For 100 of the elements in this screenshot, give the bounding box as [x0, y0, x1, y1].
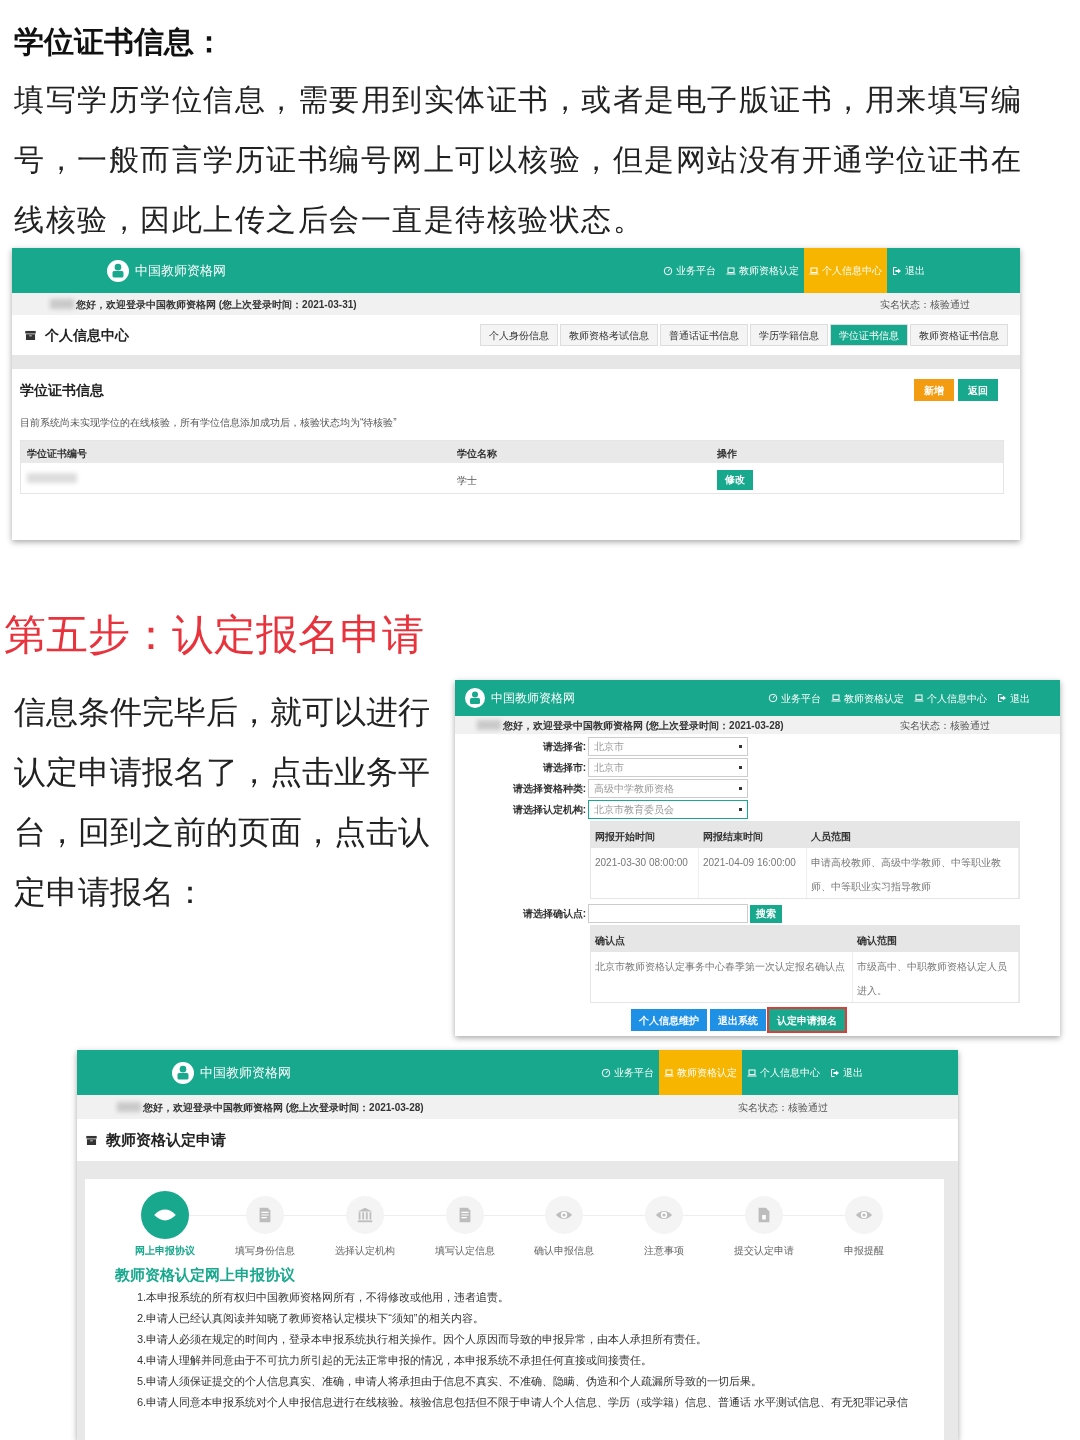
agreement-item: 3.申请人必须在规定的时间内，登录本申报系统执行相关操作。因个人原因而导致的申报异常，由本人承担所有责任。 [136, 1331, 709, 1347]
step-label: 申报提醒 [844, 1244, 885, 1259]
gauge-icon [601, 1067, 611, 1078]
verification-status: 实名状态：核验通过 [900, 718, 990, 733]
table-cell: 2021-04-09 16:00:00 [703, 857, 796, 869]
caret-icon [739, 808, 742, 812]
nav-link[interactable]: 业务平台 [658, 248, 721, 293]
field-label: 请选择认定机构: [512, 803, 586, 818]
nav-link[interactable]: 退出 [887, 248, 930, 293]
welcome-text: 您好，欢迎登录中国教师资格网 (您上次登录时间：2021-03-31) [76, 297, 357, 312]
nav-link[interactable]: 个人信息中心 [909, 680, 992, 717]
paragraph: 填写学历学位信息，需要用到实体证书，或者是电子版证书，用来填写编号，一般而言学历证书编号网上可以核验，但是网站没有开通学位证书在线核验，因此上传之后会一直是待核验状态。 [14, 82, 1023, 238]
nav-link[interactable]: 教师资格认定 [721, 248, 804, 293]
column-header: 学位证书编号 [27, 448, 87, 459]
bank-icon [355, 1206, 374, 1225]
back-button[interactable]: 返回 [958, 379, 998, 401]
notice-text: 目前系统尚未实现学位的在线核验，所有学位信息添加成功后，核验状态均为“待核验” [20, 416, 398, 430]
page-title: 教师资格认定申请 [106, 1129, 226, 1150]
step-indicator[interactable] [645, 1196, 684, 1235]
step-label: 填写认定信息 [434, 1244, 495, 1259]
field-label: 请选择确认点: [522, 907, 586, 922]
nav-link[interactable]: 退出 [992, 680, 1035, 717]
redacted-number [27, 473, 77, 483]
tab[interactable]: 普通话证书信息 [660, 324, 748, 346]
agreement-item: 1.本申报系统的所有权归中国教师资格网所有，不得修改或他用，违者追责。 [136, 1289, 511, 1305]
column-header: 确认范围 [857, 935, 897, 947]
action-button[interactable]: 认定申请报名 [768, 1009, 845, 1032]
nav-link[interactable]: 业务平台 [596, 1050, 659, 1096]
site-title: 中国教师资格网 [135, 261, 226, 280]
agreement-item: 2.申请人已经认真阅读并知晓了教师资格认定模块下“须知”的相关内容。 [136, 1310, 485, 1326]
nav-link[interactable]: 个人信息中心 [804, 248, 887, 293]
agreement-item: 6.申请人同意本申报系统对个人申报信息进行在线核验。核验信息包括但不限于申请人个人信息、学历（或学籍）信息、普通话 水平测试信息、有无犯罪记录信 [136, 1394, 910, 1410]
action-button[interactable]: 个人信息维护 [630, 1009, 707, 1032]
section-heading: 学位证书信息： [14, 24, 225, 60]
laptop-icon [914, 693, 924, 704]
gauge-icon [663, 265, 673, 276]
redacted-name [477, 720, 501, 731]
column-header: 网报开始时间 [595, 831, 655, 843]
edit-button[interactable]: 修改 [717, 469, 753, 490]
tab[interactable]: 教师资格证书信息 [910, 324, 1008, 346]
tab[interactable]: 个人身份信息 [480, 324, 558, 346]
nav-link[interactable]: 教师资格认定 [826, 680, 909, 717]
table-cell: 2021-03-30 08:00:00 [595, 857, 688, 869]
step-indicator[interactable] [345, 1196, 384, 1235]
tab[interactable]: 学历学籍信息 [750, 324, 828, 346]
site-title: 中国教师资格网 [200, 1063, 291, 1082]
logout-icon [830, 1067, 840, 1078]
field-label: 请选择资格种类: [512, 782, 586, 797]
field-label: 请选择省: [542, 740, 586, 755]
step-indicator[interactable] [545, 1196, 584, 1235]
tab[interactable]: 教师资格考试信息 [560, 324, 658, 346]
step-indicator[interactable] [745, 1196, 784, 1235]
gauge-icon [768, 693, 778, 704]
table-cell: 学士 [457, 475, 477, 486]
nav-link[interactable]: 教师资格认定 [659, 1050, 742, 1096]
nav-link[interactable]: 退出 [825, 1050, 868, 1096]
column-header: 人员范围 [811, 831, 851, 843]
caret-icon [739, 745, 742, 749]
step-title: 第五步：认定报名申请 [3, 610, 425, 661]
step-label: 注意事项 [644, 1244, 685, 1259]
person-logo-icon [107, 259, 129, 282]
step-label: 填写身份信息 [234, 1244, 295, 1259]
step-indicator[interactable] [245, 1196, 284, 1235]
verification-status: 实名状态：核验通过 [738, 1100, 828, 1115]
laptop-icon [726, 265, 736, 276]
archive-icon [85, 1133, 98, 1147]
search-button[interactable]: 搜索 [750, 904, 782, 923]
search-field[interactable] [588, 904, 748, 924]
step-indicator[interactable] [445, 1196, 484, 1235]
select-field[interactable]: 北京市 [588, 758, 748, 778]
step-label: 网上申报协议 [134, 1244, 195, 1259]
laptop-icon [831, 693, 841, 704]
select-field[interactable]: 高级中学教师资格 [588, 779, 748, 799]
archive-icon [24, 328, 37, 342]
agreement-item: 4.申请人理解并同意由于不可抗力所引起的无法正常申报的情况，本申报系统不承担任何直接或间接责任。 [136, 1352, 654, 1368]
column-header: 网报结束时间 [703, 831, 763, 843]
section-title: 学位证书信息 [20, 380, 104, 400]
logout-icon [892, 265, 902, 276]
page-title: 个人信息中心 [45, 325, 129, 345]
nav-link[interactable]: 业务平台 [763, 680, 826, 717]
table-cell: 申请高校教师、高级中学教师、中等职业教师、中等职业实习指导教师 [811, 857, 1001, 893]
step-indicator[interactable] [845, 1196, 884, 1235]
tab[interactable]: 学位证书信息 [830, 324, 908, 346]
nav-link[interactable]: 个人信息中心 [742, 1050, 825, 1096]
select-field[interactable]: 北京市教育委员会 [588, 800, 748, 820]
column-header: 确认点 [595, 935, 625, 947]
site-title: 中国教师资格网 [491, 690, 575, 708]
caret-icon [739, 766, 742, 770]
caret-icon [739, 787, 742, 791]
field-label: 请选择市: [542, 761, 586, 776]
person-logo-icon [465, 688, 485, 709]
add-button[interactable]: 新增 [914, 379, 954, 401]
step-label: 选择认定机构 [334, 1244, 395, 1259]
select-field[interactable]: 北京市 [588, 737, 748, 757]
column-header: 学位名称 [457, 448, 497, 459]
table-cell: 北京市教师资格认定事务中心春季第一次认定报名确认点 [595, 961, 845, 973]
paragraph: 信息条件完毕后，就可以进行认定申请报名了，点击业务平台，回到之前的页面，点击认定申请报名： [14, 693, 431, 913]
redacted-name [117, 1102, 141, 1113]
table-cell: 市级高中、中职教师资格认定人员进入。 [857, 961, 1007, 997]
action-button[interactable]: 退出系统 [709, 1009, 766, 1032]
